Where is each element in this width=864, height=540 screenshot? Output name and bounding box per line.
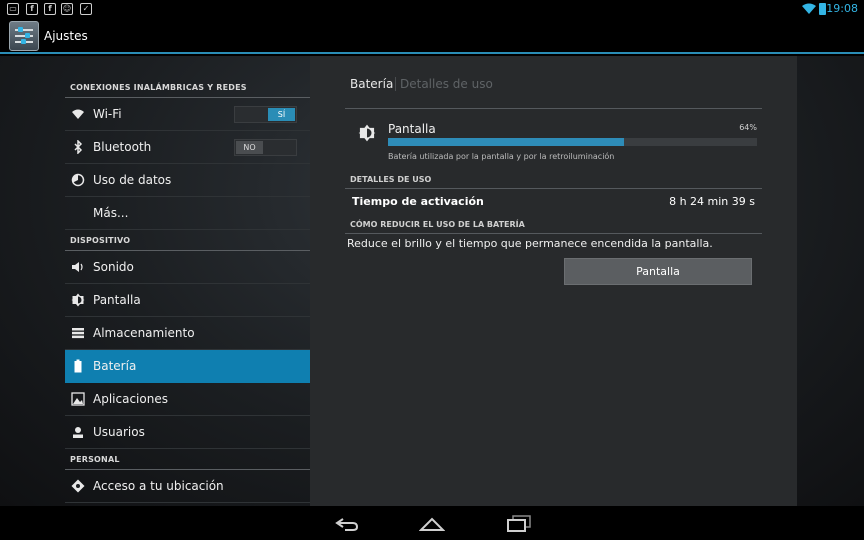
settings-sidebar: CONEXIONES INALÁMBRICAS Y REDES Wi-Fi SÍ…	[65, 56, 310, 506]
page-title: Ajustes	[44, 29, 88, 43]
wifi-signal-icon	[802, 3, 816, 14]
sidebar-item-label: Acceso a tu ubicación	[93, 479, 224, 493]
battery-icon	[74, 359, 82, 373]
home-icon[interactable]	[419, 514, 445, 532]
sidebar-item-more[interactable]: Más...	[65, 197, 310, 230]
usage-percent: 64%	[739, 123, 757, 132]
sidebar-item-label: Pantalla	[93, 293, 141, 307]
section-header-personal: PERSONAL	[65, 450, 310, 470]
sidebar-item-label: Aplicaciones	[93, 392, 168, 406]
sidebar-item-apps[interactable]: Aplicaciones	[65, 383, 310, 416]
status-bar: ▭ f f ☺ ✓ 19:08	[0, 0, 864, 18]
breadcrumb-separator	[395, 77, 396, 91]
action-bar: Ajustes	[0, 18, 864, 54]
sidebar-item-users[interactable]: Usuarios	[65, 416, 310, 449]
sidebar-item-sound[interactable]: Sonido	[65, 251, 310, 284]
bluetooth-toggle[interactable]: NO	[234, 139, 297, 156]
divider	[345, 233, 762, 234]
facebook-icon: f	[44, 3, 56, 15]
toggle-label: NO	[236, 141, 263, 154]
tips-header: CÓMO REDUCIR EL USO DE LA BATERÍA	[350, 220, 525, 229]
brightness-icon	[358, 124, 376, 142]
sidebar-item-wifi[interactable]: Wi-Fi SÍ	[65, 98, 310, 131]
sidebar-item-label: Usuarios	[93, 425, 145, 439]
divider	[345, 188, 762, 189]
android-icon: ☺	[61, 3, 73, 15]
storage-icon	[72, 328, 84, 339]
apps-icon	[71, 392, 85, 406]
bluetooth-icon	[74, 140, 83, 154]
navigation-bar	[0, 506, 864, 540]
settings-app-icon[interactable]	[9, 21, 39, 51]
recents-icon[interactable]	[506, 514, 532, 532]
sidebar-item-location[interactable]: Acceso a tu ubicación	[65, 470, 310, 503]
battery-status-icon	[819, 3, 826, 15]
sidebar-item-display[interactable]: Pantalla	[65, 284, 310, 317]
battery-detail-panel: Batería Detalles de uso Pantalla 64% Bat…	[310, 56, 797, 506]
wifi-toggle[interactable]: SÍ	[234, 106, 297, 123]
toggle-label: SÍ	[268, 108, 295, 121]
sidebar-item-storage[interactable]: Almacenamiento	[65, 317, 310, 350]
app-subtitle: Batería utilizada por la pantalla y por …	[388, 152, 615, 161]
sidebar-item-label: Más...	[93, 206, 129, 220]
download-done-icon: ✓	[80, 3, 92, 15]
section-header-wireless: CONEXIONES INALÁMBRICAS Y REDES	[65, 78, 310, 98]
sidebar-item-label: Wi-Fi	[93, 107, 122, 121]
section-header-device: DISPOSITIVO	[65, 231, 310, 251]
facebook-icon: f	[26, 3, 38, 15]
wifi-icon	[72, 109, 84, 119]
details-header: DETALLES DE USO	[350, 175, 432, 184]
divider	[345, 108, 762, 109]
sidebar-item-data-usage[interactable]: Uso de datos	[65, 164, 310, 197]
breadcrumb-current[interactable]: Batería	[350, 77, 393, 91]
sidebar-item-battery[interactable]: Batería	[65, 350, 310, 383]
usage-progress-fill	[388, 138, 625, 146]
activation-time-value: 8 h 24 min 39 s	[669, 195, 755, 208]
back-icon[interactable]	[333, 514, 359, 532]
app-name: Pantalla	[388, 122, 436, 136]
sidebar-item-label: Almacenamiento	[93, 326, 195, 340]
settings-content: CONEXIONES INALÁMBRICAS Y REDES Wi-Fi SÍ…	[0, 56, 864, 506]
sidebar-item-label: Bluetooth	[93, 140, 152, 154]
screenshot-icon: ▭	[7, 3, 19, 15]
clock: 19:08	[826, 2, 858, 15]
sidebar-item-bluetooth[interactable]: Bluetooth NO	[65, 131, 310, 164]
location-icon	[71, 479, 85, 493]
sound-icon	[72, 262, 83, 272]
sidebar-item-label: Sonido	[93, 260, 134, 274]
breadcrumb-next: Detalles de uso	[400, 77, 493, 91]
activation-time-label: Tiempo de activación	[352, 195, 484, 208]
display-settings-button[interactable]: Pantalla	[564, 258, 752, 285]
sidebar-item-label: Uso de datos	[93, 173, 172, 187]
sidebar-item-label: Batería	[93, 359, 137, 373]
tip-text: Reduce el brillo y el tiempo que permane…	[347, 237, 713, 250]
data-usage-icon	[71, 173, 85, 187]
usage-progress-bar	[388, 138, 757, 146]
brightness-icon	[71, 293, 85, 307]
users-icon	[73, 427, 83, 438]
